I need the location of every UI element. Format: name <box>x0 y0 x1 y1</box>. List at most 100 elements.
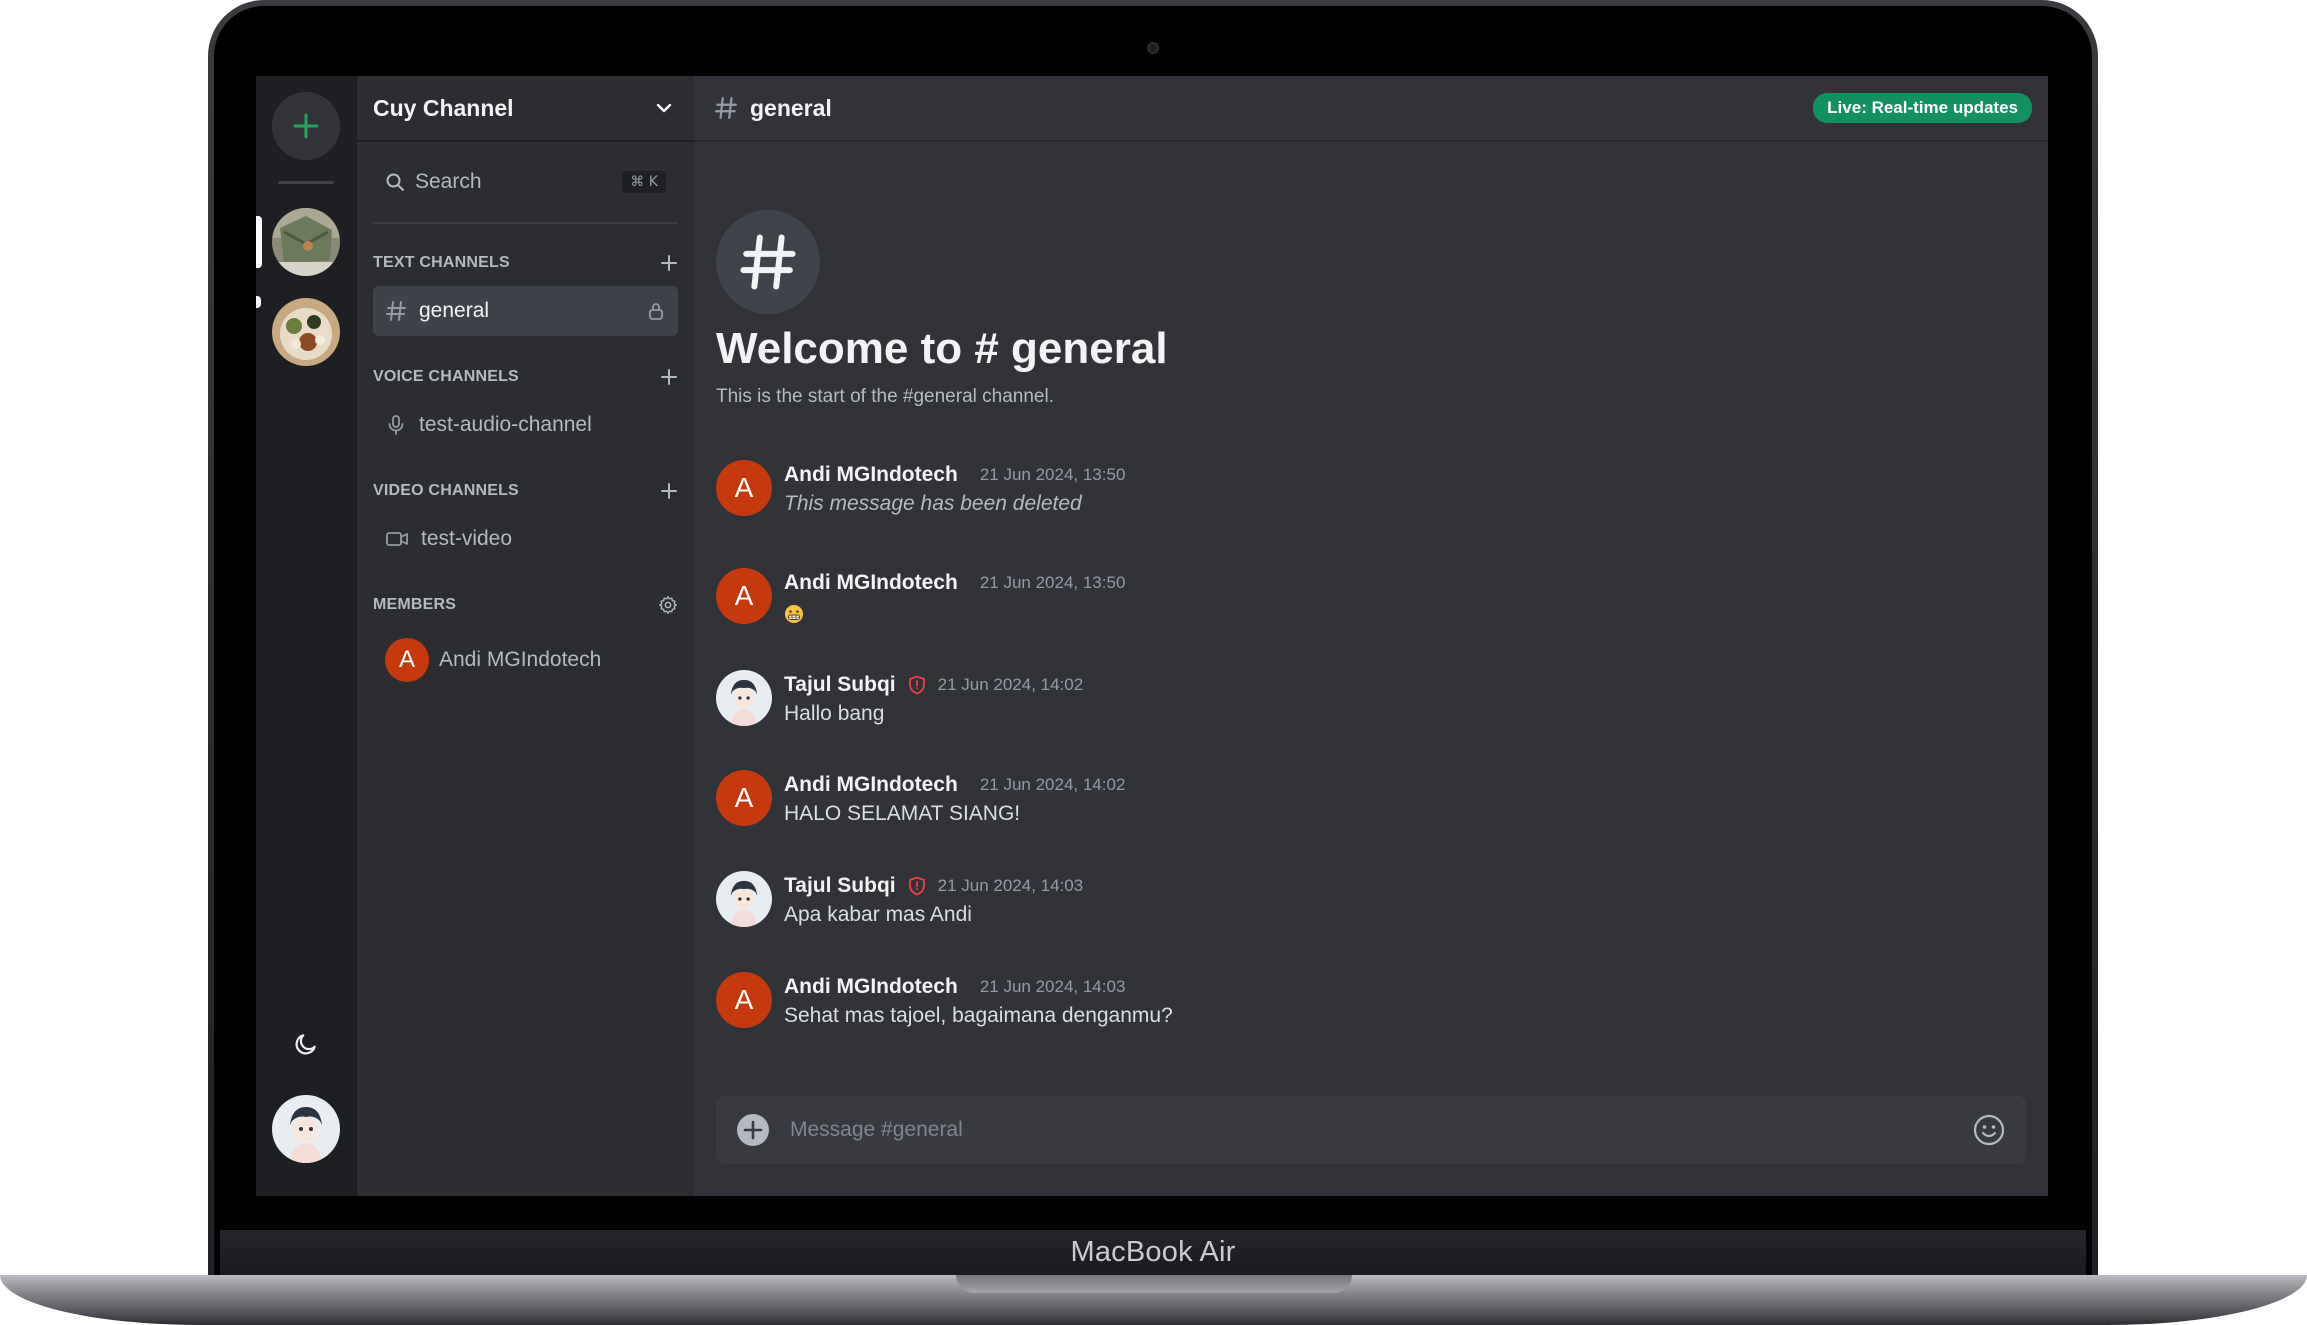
server-icon-food[interactable] <box>272 298 340 366</box>
message-input[interactable] <box>790 1118 1972 1142</box>
live-status-badge: Live: Real-time updates <box>1813 93 2032 123</box>
user-avatar-image <box>272 1095 340 1163</box>
sidebar-divider <box>373 222 678 224</box>
message-item[interactable]: A Andi MGIndotech 21 Jun 2024, 14:02 HAL… <box>716 770 1125 826</box>
timestamp: 21 Jun 2024, 14:03 <box>937 876 1084 895</box>
welcome-subtitle: This is the start of the #general channe… <box>716 386 1054 407</box>
members-header: MEMBERS <box>357 588 694 622</box>
voice-channels-header: VOICE CHANNELS <box>357 360 694 394</box>
author-avatar[interactable] <box>716 670 772 726</box>
channel-header: general Live: Real-time updates <box>694 76 2048 142</box>
channel-label: test-video <box>421 527 513 550</box>
author-name[interactable]: Andi MGIndotech <box>784 975 958 999</box>
grimacing-emoji-icon <box>785 605 803 623</box>
message-text: Hallo bang <box>784 702 885 725</box>
author-name[interactable]: Tajul Subqi <box>784 874 896 898</box>
section-title-text: TEXT CHANNELS <box>373 254 510 271</box>
search-button[interactable]: Search ⌘ K <box>373 160 678 204</box>
author-avatar-image <box>716 670 772 726</box>
author-avatar[interactable] <box>716 871 772 927</box>
channel-item-test-video[interactable]: test-video <box>373 514 678 564</box>
message-item[interactable]: A Andi MGIndotech 21 Jun 2024, 13:50 Thi… <box>716 460 1125 516</box>
camera-icon <box>1147 42 1159 54</box>
chevron-down-icon[interactable] <box>654 98 674 118</box>
shield-glyph <box>908 876 925 896</box>
message-item[interactable]: Tajul Subqi 21 Jun 2024, 14:03 Apa kabar… <box>716 871 1083 927</box>
channel-title: general <box>750 94 832 121</box>
shield-glyph <box>908 675 925 695</box>
server-header[interactable]: Cuy Channel <box>357 76 694 142</box>
channel-label: general <box>419 299 490 322</box>
member-name: Andi MGIndotech <box>439 648 602 671</box>
channel-sidebar: Cuy Channel Search ⌘ K TEXT CHANNELS gen… <box>357 76 694 1196</box>
moon-icon <box>295 1034 316 1055</box>
author-avatar[interactable]: A <box>716 972 772 1028</box>
server-image-icon <box>272 208 340 276</box>
hash-icon <box>715 97 737 119</box>
lock-icon <box>649 303 663 320</box>
server-image-icon <box>272 298 340 366</box>
server-unread-indicator <box>256 296 261 308</box>
message-composer <box>716 1096 2026 1164</box>
message-text: Apa kabar mas Andi <box>784 903 972 926</box>
server-rail <box>256 76 357 1196</box>
search-label: Search <box>415 170 482 193</box>
timestamp: 21 Jun 2024, 13:50 <box>979 573 1126 592</box>
hash-icon <box>386 301 406 321</box>
microphone-icon <box>388 415 404 435</box>
laptop-notch <box>956 1275 1352 1293</box>
app-screen: Cuy Channel Search ⌘ K TEXT CHANNELS gen… <box>256 76 2048 1196</box>
laptop-chin: MacBook Air <box>220 1230 2086 1275</box>
message-item[interactable]: A Andi MGIndotech 21 Jun 2024, 13:50 <box>716 568 1125 629</box>
add-server-button[interactable] <box>272 92 340 160</box>
shield-icon <box>908 876 926 896</box>
add-text-channel-icon[interactable] <box>660 254 678 272</box>
channel-item-general[interactable]: general <box>373 286 678 336</box>
video-channels-header: VIDEO CHANNELS <box>357 474 694 508</box>
server-name: Cuy Channel <box>373 94 514 121</box>
hash-glyph <box>740 234 796 290</box>
attach-plus-icon[interactable] <box>736 1113 770 1147</box>
channel-item-test-audio-channel[interactable]: test-audio-channel <box>373 400 678 450</box>
timestamp: 21 Jun 2024, 14:03 <box>979 977 1126 996</box>
member-avatar: A <box>385 638 429 682</box>
server-icon-cuy-channel[interactable] <box>272 208 340 276</box>
emoji-picker-icon[interactable] <box>1972 1113 2006 1147</box>
author-avatar-image <box>716 871 772 927</box>
message-text: Sehat mas tajoel, bagaimana denganmu? <box>784 1004 1173 1027</box>
search-shortcut: ⌘ K <box>622 171 666 193</box>
channel-welcome: Welcome to # general This is the start o… <box>716 210 1168 408</box>
theme-toggle-button[interactable] <box>290 1028 322 1060</box>
message-text: This message has been deleted <box>784 492 1082 515</box>
shield-icon <box>908 675 926 695</box>
plus-icon <box>293 113 319 139</box>
section-title-members: MEMBERS <box>373 596 457 613</box>
timestamp: 21 Jun 2024, 14:02 <box>937 675 1084 694</box>
author-name[interactable]: Tajul Subqi <box>784 673 896 697</box>
message-item[interactable]: A Andi MGIndotech 21 Jun 2024, 14:03 Seh… <box>716 972 1173 1028</box>
video-camera-icon <box>386 532 408 546</box>
author-avatar[interactable]: A <box>716 460 772 516</box>
author-name[interactable]: Andi MGIndotech <box>784 773 958 797</box>
gear-icon[interactable] <box>658 595 678 615</box>
welcome-title: Welcome to # general <box>716 324 1168 373</box>
device-label: MacBook Air <box>1070 1236 1236 1268</box>
message-item[interactable]: Tajul Subqi 21 Jun 2024, 14:02 Hallo ban… <box>716 670 1083 726</box>
member-item[interactable]: A Andi MGIndotech <box>373 634 678 686</box>
section-title-voice: VOICE CHANNELS <box>373 368 519 385</box>
author-name[interactable]: Andi MGIndotech <box>784 463 958 487</box>
channel-label: test-audio-channel <box>419 413 592 436</box>
user-avatar[interactable] <box>272 1095 340 1163</box>
chat-panel: general Live: Real-time updates Welcome … <box>694 76 2048 1196</box>
text-channels-header: TEXT CHANNELS <box>357 246 694 280</box>
author-avatar[interactable]: A <box>716 770 772 826</box>
add-video-channel-icon[interactable] <box>660 482 678 500</box>
search-icon <box>386 173 404 191</box>
author-name[interactable]: Andi MGIndotech <box>784 571 958 595</box>
section-title-video: VIDEO CHANNELS <box>373 482 519 499</box>
add-voice-channel-icon[interactable] <box>660 368 678 386</box>
message-text: HALO SELAMAT SIANG! <box>784 802 1021 825</box>
hash-icon <box>716 210 820 314</box>
author-avatar[interactable]: A <box>716 568 772 624</box>
timestamp: 21 Jun 2024, 14:02 <box>979 775 1126 794</box>
